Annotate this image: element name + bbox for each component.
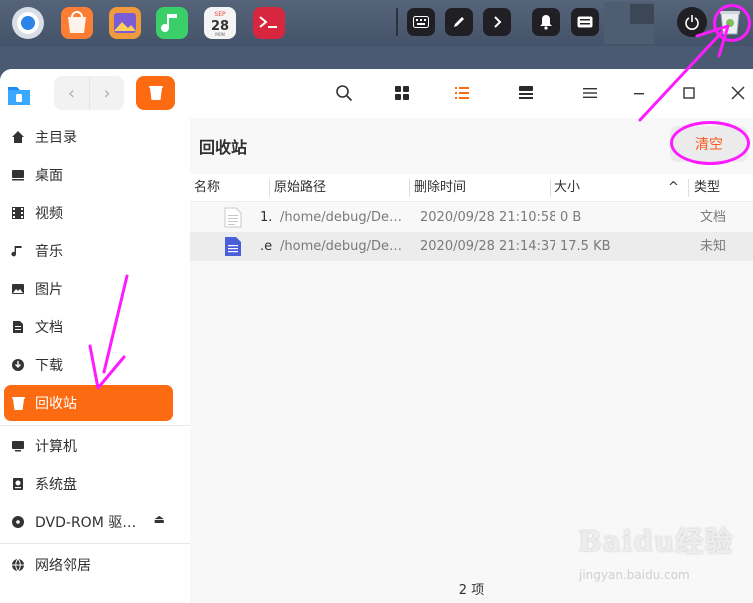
annotation-arrows bbox=[88, 24, 730, 390]
watermark-url: jingyan.baidu.com bbox=[579, 568, 690, 582]
watermark-logo: Baidu经验 bbox=[578, 520, 733, 560]
watermark-text: Baidu经验 bbox=[578, 525, 734, 558]
